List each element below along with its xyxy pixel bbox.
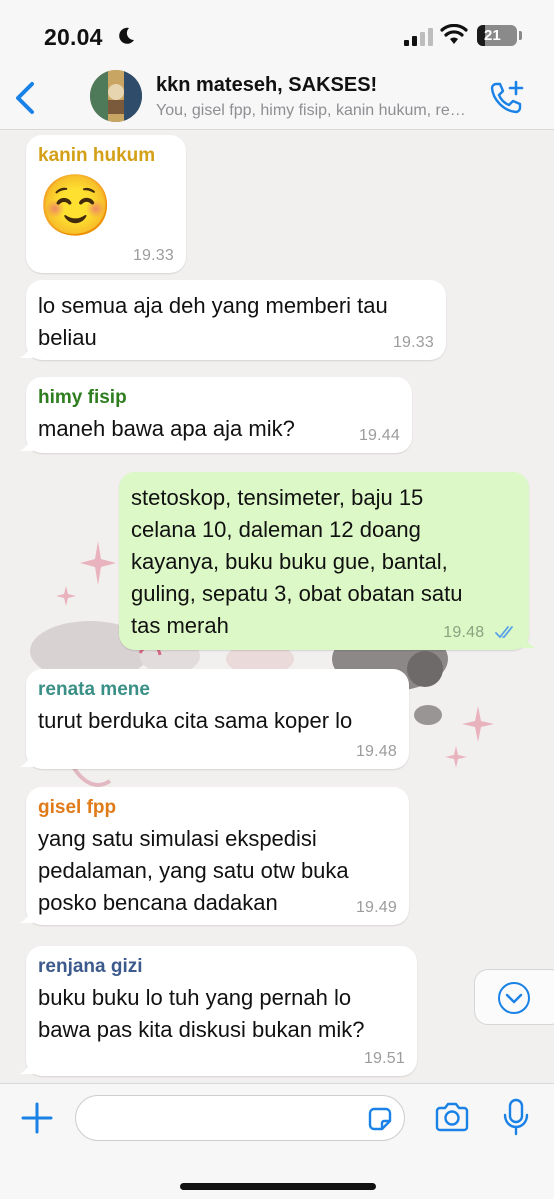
sticker-icon[interactable]	[366, 1105, 394, 1133]
message-sender: himy fisip	[38, 387, 127, 408]
message-bubble[interactable]: himy fisip maneh bawa apa aja mik? 19.44	[19, 377, 412, 453]
home-indicator[interactable]	[180, 1183, 376, 1190]
bubble-tail	[19, 437, 33, 451]
message-bubble[interactable]: renjana gizi buku buku lo tuh yang perna…	[19, 946, 417, 1076]
moon-icon	[119, 27, 134, 44]
message-sender: kanin hukum	[38, 145, 156, 166]
plus-icon[interactable]	[20, 1101, 54, 1135]
top-bar: 20.04 21 kkn mateseh, SAKSES! You, gisel…	[0, 0, 554, 130]
message-input[interactable]	[75, 1095, 405, 1141]
bubble-tail	[19, 344, 33, 358]
message-time: 19.33	[132, 247, 174, 264]
group-members[interactable]: You, gisel fpp, himy fisip, kanin hukum,…	[156, 102, 474, 120]
input-bar	[0, 1083, 554, 1199]
wifi-icon	[440, 24, 468, 44]
message-time: 19.33	[392, 334, 434, 351]
message-text: stetoskop, tensimeter, baju 15 celana 10…	[131, 485, 463, 638]
bubble-tail	[522, 634, 536, 648]
back-chevron-icon[interactable]	[8, 78, 40, 118]
bubble-tail	[19, 753, 33, 767]
status-time: 20.04	[44, 24, 103, 50]
scroll-to-bottom-button[interactable]	[474, 969, 554, 1025]
message-time: 19.44	[358, 427, 400, 444]
message-text: buku buku lo tuh yang pernah lo bawa pas…	[38, 985, 365, 1042]
message-text: turut berduka cita sama koper lo	[38, 708, 353, 733]
battery-tip	[519, 31, 522, 40]
message-bubble[interactable]: lo semua aja deh yang memberi tau beliau…	[19, 280, 446, 360]
message-sender: renata mene	[38, 679, 150, 700]
message-time: 19.48	[443, 624, 485, 641]
message-sender: gisel fpp	[38, 797, 117, 818]
message-sender: renjana gizi	[38, 956, 143, 977]
microphone-icon[interactable]	[502, 1098, 530, 1136]
bubble-tail	[19, 1060, 33, 1074]
message-text: lo semua aja deh yang memberi tau beliau	[38, 293, 388, 350]
camera-icon[interactable]	[434, 1100, 470, 1134]
message-time: 19.48	[355, 743, 397, 760]
add-call-icon[interactable]	[488, 78, 528, 118]
read-ticks-icon	[495, 626, 513, 639]
message-time: 19.49	[355, 899, 397, 916]
message-time: 19.51	[363, 1050, 405, 1067]
group-avatar[interactable]	[90, 70, 142, 122]
message-bubble[interactable]: kanin hukum ☺️ 19.33	[26, 135, 186, 273]
bubble-tail	[19, 909, 33, 923]
message-bubble[interactable]: gisel fpp yang satu simulasi ekspedisi p…	[19, 787, 409, 925]
message-emoji: ☺️	[38, 172, 113, 239]
group-name[interactable]: kkn mateseh, SAKSES!	[156, 74, 377, 97]
chat-area[interactable]: kanin hukum ☺️ 19.33 lo semua aja deh ya…	[0, 131, 554, 1083]
message-text: yang satu simulasi ekspedisi pedalaman, …	[38, 826, 349, 915]
message-bubble-outgoing[interactable]: stetoskop, tensimeter, baju 15 celana 10…	[119, 472, 536, 650]
message-bubble[interactable]: renata mene turut berduka cita sama kope…	[19, 669, 409, 769]
scroll-down-icon	[498, 982, 530, 1014]
message-text: maneh bawa apa aja mik?	[38, 416, 295, 441]
signal-icon	[404, 28, 433, 46]
battery-level: 21	[484, 27, 501, 44]
battery-icon: 21	[477, 25, 517, 46]
message-time-with-status: 19.48	[443, 624, 517, 642]
